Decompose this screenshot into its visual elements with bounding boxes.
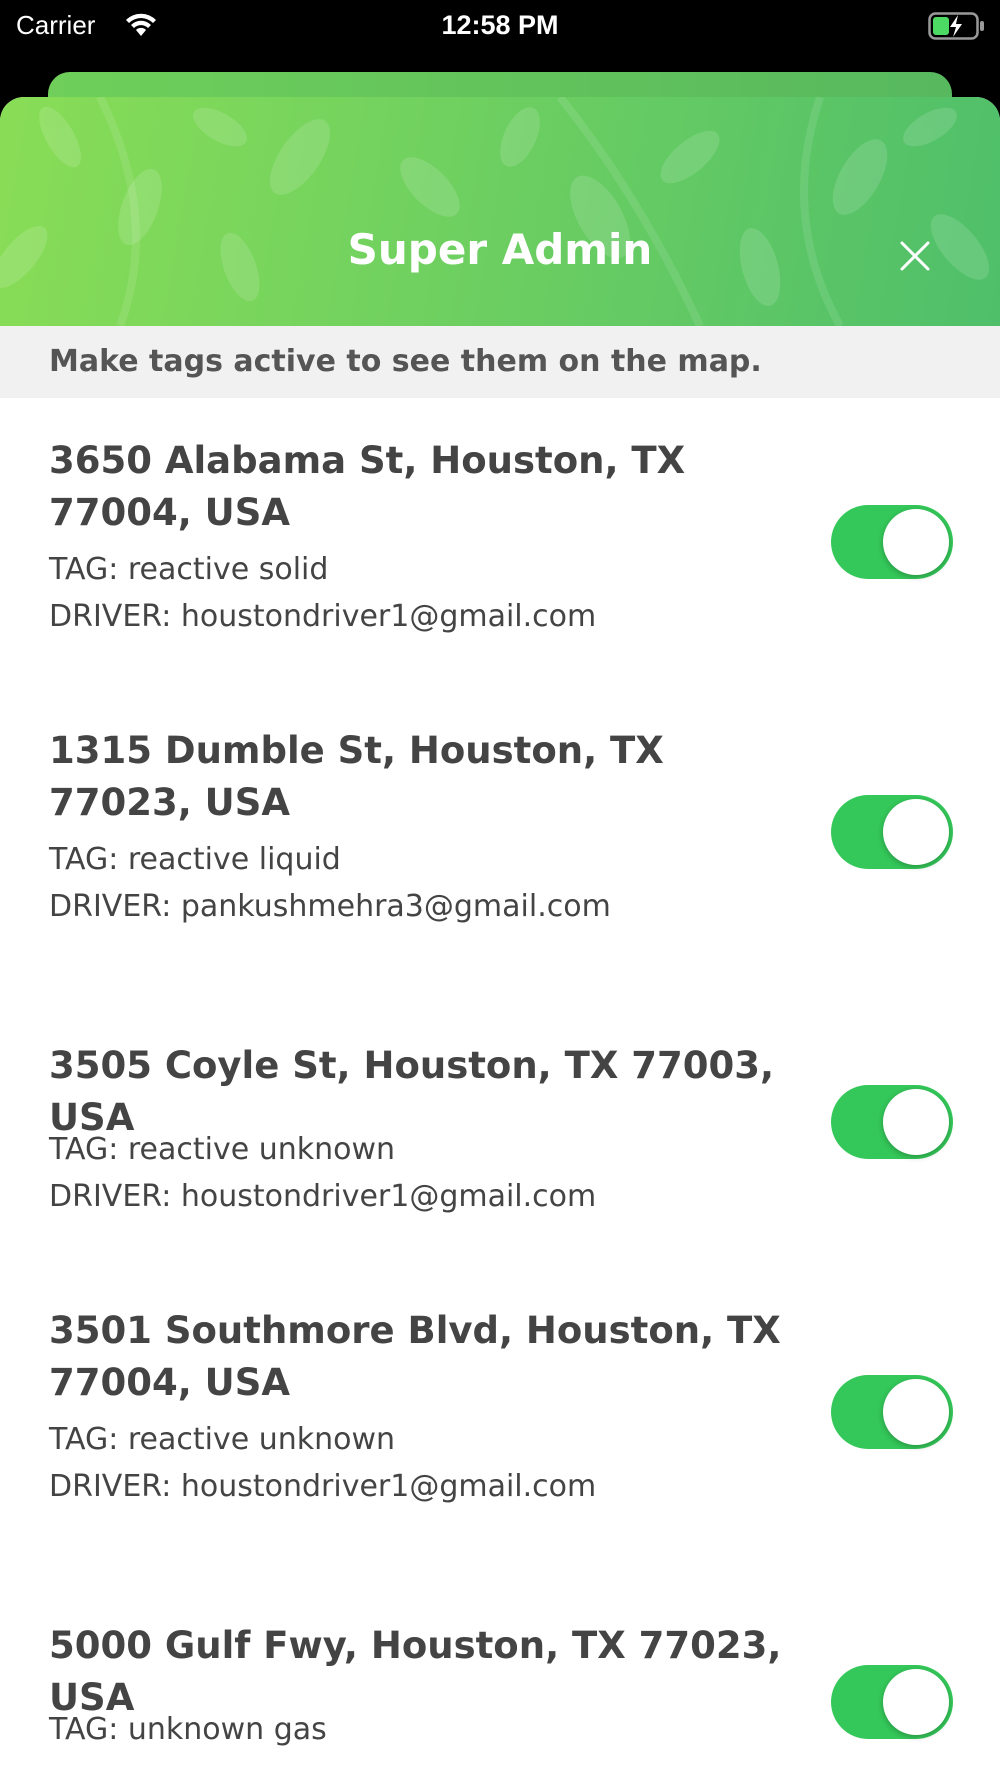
bottom-edge [0, 1752, 1000, 1778]
driver-label: DRIVER: houstondriver1@gmail.com [49, 599, 597, 634]
toggle-knob [883, 1669, 949, 1735]
close-icon[interactable] [898, 239, 932, 273]
address-line2: 77023, USA [49, 781, 290, 824]
item-meta: TAG: reactive liquid DRIVER: pankushmehr… [49, 836, 611, 930]
toggle-knob [883, 1089, 949, 1155]
active-toggle[interactable] [831, 1665, 953, 1739]
active-toggle[interactable] [831, 795, 953, 869]
list-item: 3505 Coyle St, Houston, TX 77003, USA TA… [0, 978, 1000, 1268]
active-toggle[interactable] [831, 505, 953, 579]
item-meta: TAG: reactive unknown DRIVER: houstondri… [49, 1126, 596, 1220]
driver-label: DRIVER: houstondriver1@gmail.com [49, 1179, 597, 1214]
address-text: 1315 Dumble St, Houston, TX 77023, USA [49, 725, 789, 829]
address-line2: 77004, USA [49, 491, 290, 534]
list-item: 3650 Alabama St, Houston, TX 77004, USA … [0, 398, 1000, 688]
tag-list: 3650 Alabama St, Houston, TX 77004, USA … [0, 398, 1000, 1778]
address-line1: 1315 Dumble St, Houston, TX [49, 729, 664, 772]
driver-label: DRIVER: pankushmehra3@gmail.com [49, 889, 611, 924]
battery-charging-icon [928, 12, 984, 40]
modal-sheet: Super Admin Make tags active to see them… [0, 97, 1000, 1778]
tag-label: TAG: reactive liquid [49, 842, 341, 877]
active-toggle[interactable] [831, 1375, 953, 1449]
active-toggle[interactable] [831, 1085, 953, 1159]
list-item: 1315 Dumble St, Houston, TX 77023, USA T… [0, 688, 1000, 978]
address-line2: 77004, USA [49, 1361, 290, 1404]
item-meta: TAG: reactive unknown DRIVER: houstondri… [49, 1416, 596, 1510]
driver-label: DRIVER: houstondriver1@gmail.com [49, 1469, 597, 1504]
status-time: 12:58 PM [441, 10, 559, 40]
item-meta: TAG: reactive solid DRIVER: houstondrive… [49, 546, 596, 640]
address-text: 3501 Southmore Blvd, Houston, TX 77004, … [49, 1305, 789, 1409]
item-meta: TAG: unknown gas [49, 1706, 327, 1753]
leaf-pattern-decoration [0, 97, 990, 326]
address-line1: 3650 Alabama St, Houston, TX [49, 439, 686, 482]
address-line1: 3501 Southmore Blvd, Houston, TX [49, 1309, 781, 1352]
modal-header: Super Admin [0, 97, 1000, 326]
toggle-knob [883, 799, 949, 865]
list-item: 3501 Southmore Blvd, Houston, TX 77004, … [0, 1268, 1000, 1558]
tag-label: TAG: unknown gas [49, 1712, 327, 1747]
tag-label: TAG: reactive unknown [49, 1132, 396, 1167]
toggle-knob [883, 509, 949, 575]
address-text: 3650 Alabama St, Houston, TX 77004, USA [49, 435, 789, 539]
tag-label: TAG: reactive solid [49, 552, 329, 587]
instruction-banner: Make tags active to see them on the map. [0, 326, 1000, 398]
status-bar: Carrier 12:58 PM [0, 0, 1000, 54]
list-item: 5000 Gulf Fwy, Houston, TX 77023, USA TA… [0, 1558, 1000, 1778]
page-title: Super Admin [347, 225, 653, 274]
toggle-knob [883, 1379, 949, 1445]
tag-label: TAG: reactive unknown [49, 1422, 396, 1457]
